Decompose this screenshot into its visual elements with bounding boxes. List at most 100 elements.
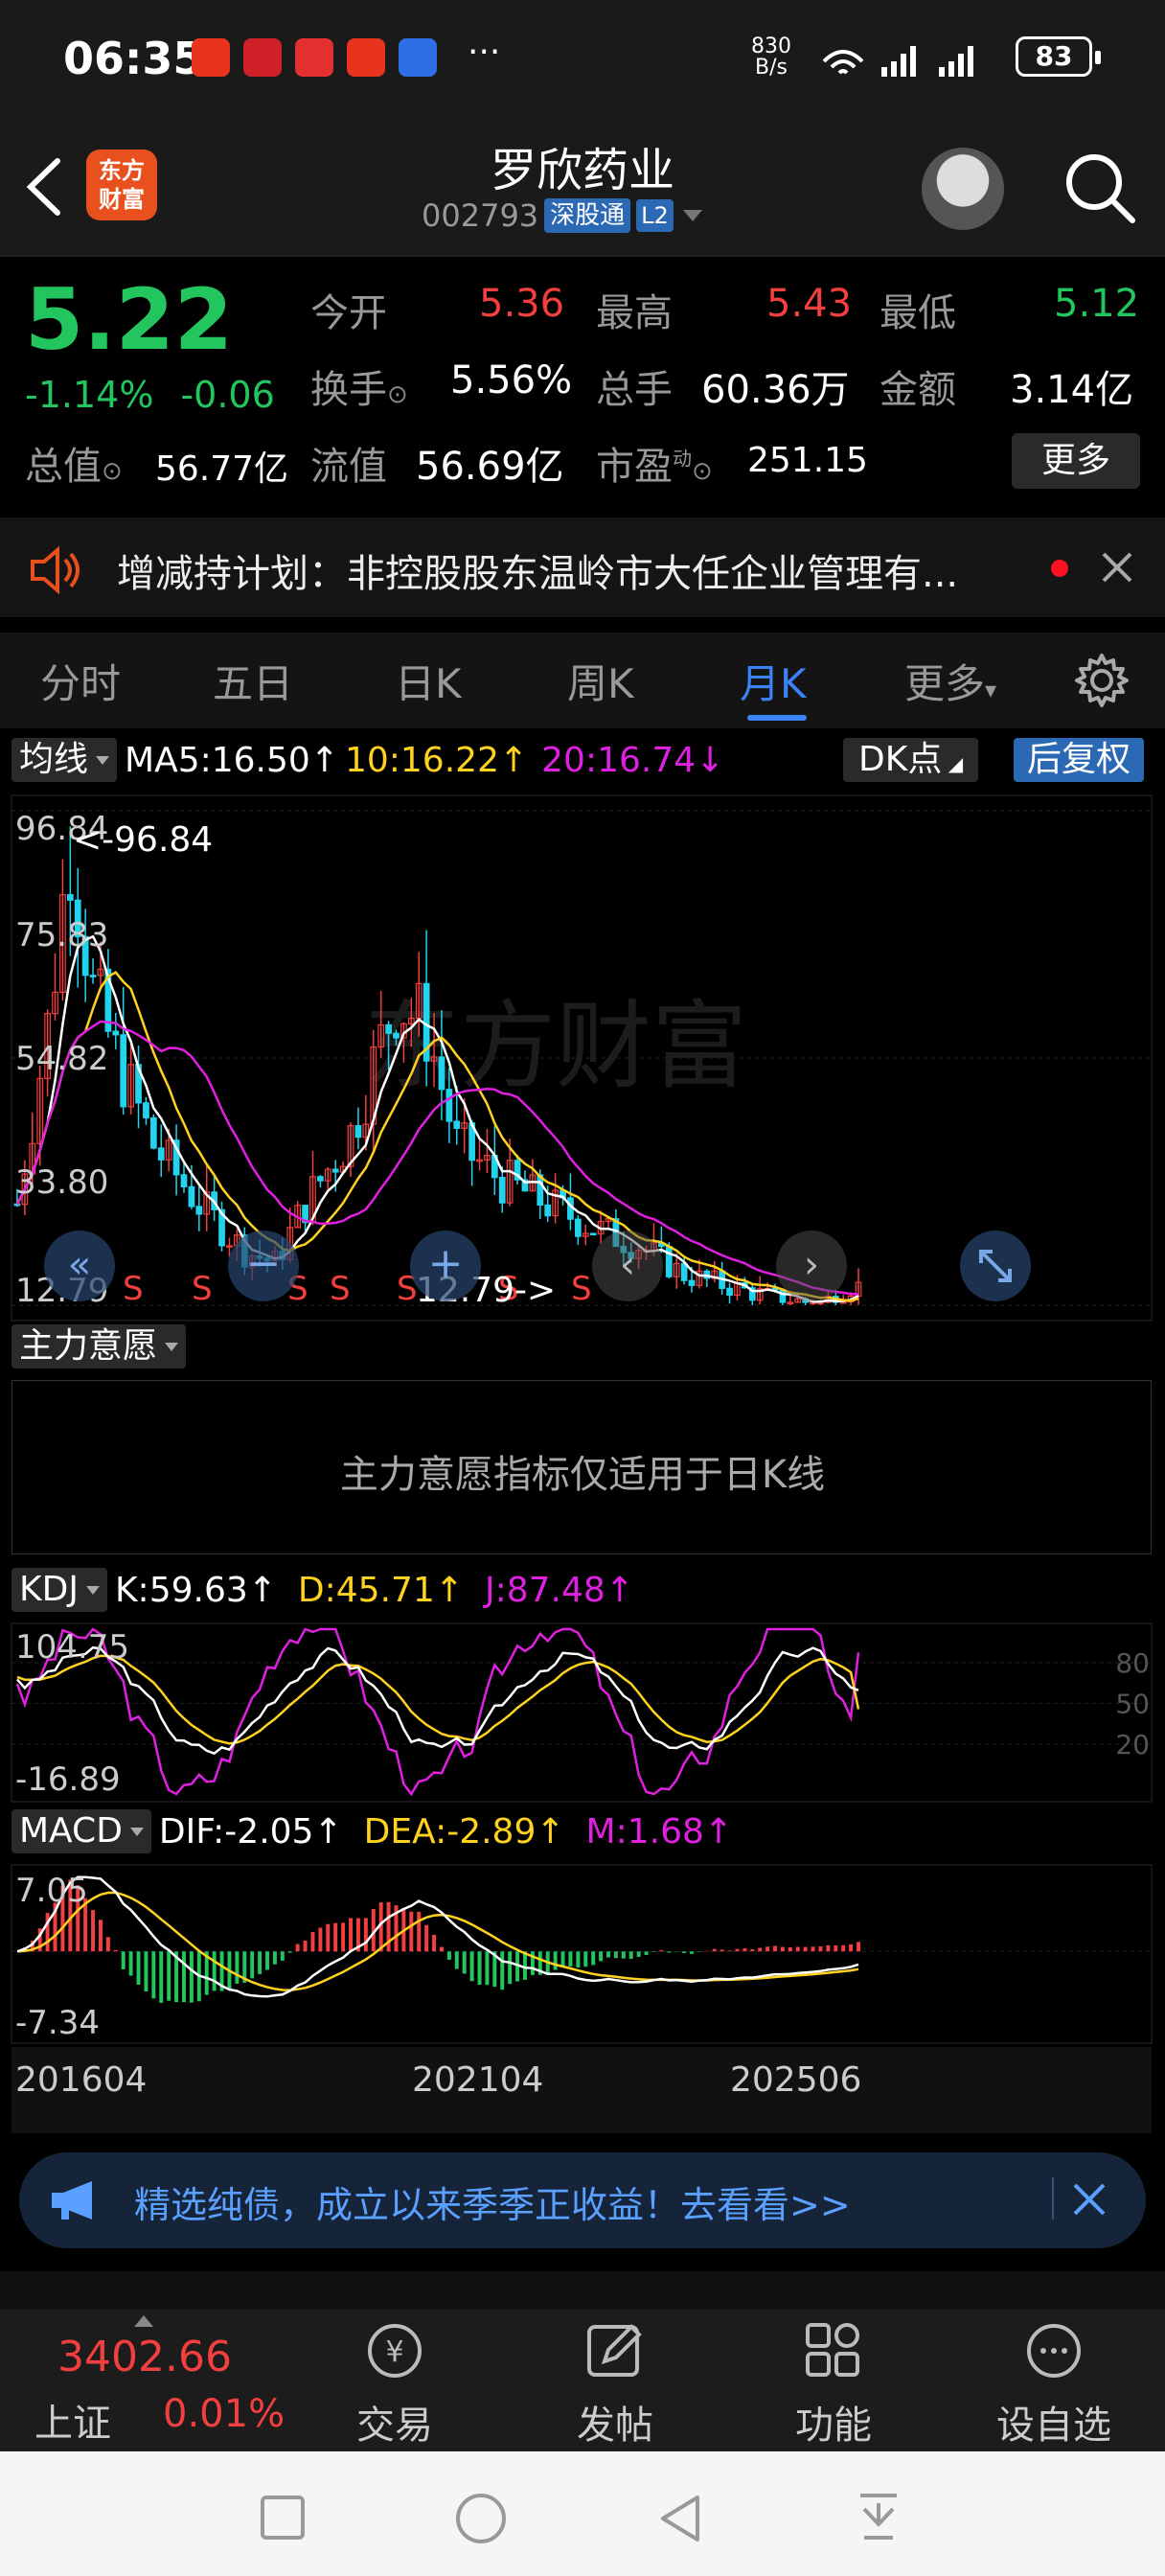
trade-icon: ¥: [368, 2324, 422, 2378]
tab-yuek[interactable]: 月K: [740, 652, 807, 710]
price-tick-label: 33.80: [15, 1163, 108, 1202]
status-bar: 06:35 ··· 830 B/s 83: [0, 0, 1165, 115]
date-label-start: 201604: [15, 2060, 148, 2100]
notice-bar[interactable]: 增减持计划：非控股股东温岭市大任企业管理有...: [0, 518, 1165, 617]
chevron-down-icon: [129, 1827, 144, 1836]
max-price-marker: <-96.84: [73, 820, 214, 860]
macd-ticks: 7.05 -7.34: [15, 1872, 100, 2042]
macd-lines: [16, 1875, 859, 1998]
macd-dif-line: [16, 1875, 859, 1998]
kdj-level-label: 50: [1115, 1688, 1150, 1719]
candle-body: [453, 1120, 461, 1129]
restore-rights-button[interactable]: 后复权: [1014, 738, 1145, 782]
macd-bars: [22, 1879, 861, 2003]
candle-body: [779, 1289, 787, 1303]
notice-text: 增减持计划：非控股股东温岭市大任企业管理有...: [117, 552, 959, 596]
zhuli-dropdown[interactable]: 主力意愿: [11, 1324, 187, 1368]
signal-wifi-icons: [822, 46, 973, 77]
trade-button[interactable]: ¥ 交易: [328, 2319, 462, 2450]
ma10-label: 10:16.22↑: [344, 740, 529, 780]
assistant-robot-icon[interactable]: [922, 148, 1004, 230]
tab-fenshi[interactable]: 分时: [40, 652, 121, 710]
candle-body: [393, 1032, 400, 1039]
candle-body: [66, 894, 74, 901]
sell-signal-marker: S: [330, 1270, 351, 1308]
recents-icon[interactable]: [259, 2494, 307, 2542]
turnover-label-text: 换手: [310, 368, 387, 412]
edit-icon: [587, 2324, 642, 2377]
expand-up-icon[interactable]: [134, 2315, 153, 2327]
pe-label-text: 市盈: [596, 445, 673, 489]
info-icon: ⊙: [387, 380, 408, 409]
candle-body: [143, 1102, 149, 1119]
close-icon[interactable]: [1071, 2181, 1108, 2218]
sgt-badge: 深股通: [544, 198, 631, 233]
chevron-down-icon: [682, 210, 702, 221]
search-icon[interactable]: [1062, 150, 1138, 226]
kdj-k-line: [16, 1645, 859, 1756]
more-dots-icon: [1027, 2324, 1081, 2378]
scroll-right-icon[interactable]: ›: [776, 1230, 847, 1301]
kdj-lines: [15, 1627, 860, 1797]
low-value: 5.12: [1054, 282, 1140, 326]
zhuli-message: 主力意愿指标仅适用于日K线: [339, 1453, 826, 1497]
add-watchlist-label: 设自选: [996, 2404, 1111, 2448]
tab-rik[interactable]: 日K: [395, 652, 462, 710]
kdj-d-label: D:45.71↑: [297, 1570, 464, 1610]
kdj-ticks: 104.75 -16.89: [15, 1628, 129, 1799]
zoom-out-icon[interactable]: −: [228, 1230, 299, 1301]
fullscreen-icon[interactable]: [960, 1230, 1031, 1301]
gear-icon[interactable]: [1073, 652, 1131, 709]
macd-dropdown[interactable]: MACD: [11, 1809, 151, 1853]
scroll-left-icon[interactable]: ‹: [592, 1230, 663, 1301]
ma-dropdown-label: 均线: [19, 740, 89, 779]
tab-wuri[interactable]: 五日: [213, 652, 293, 710]
scroll-left-fast-icon[interactable]: «: [44, 1230, 115, 1301]
candle-body: [354, 1125, 362, 1138]
change-amount: -0.06: [180, 374, 275, 416]
functions-button[interactable]: 功能: [766, 2319, 901, 2450]
add-watchlist-button[interactable]: 设自选: [987, 2319, 1121, 2450]
post-button[interactable]: 发帖: [548, 2319, 682, 2450]
speaker-icon: [31, 546, 80, 594]
status-app-icons: [192, 38, 437, 77]
chevron-down-icon: [85, 1585, 100, 1595]
ma-dropdown[interactable]: 均线: [11, 738, 118, 782]
amount-value: 3.14亿: [1010, 368, 1134, 412]
sell-signal-marker: S: [192, 1270, 213, 1308]
megaphone-icon: [52, 2181, 92, 2220]
hide-keyboard-icon[interactable]: [855, 2490, 902, 2547]
period-tabs: 分时 五日 日K 周K 月K 更多▾: [0, 632, 1165, 728]
app-notification-icon: [295, 38, 333, 77]
kdj-dropdown[interactable]: KDJ: [11, 1568, 107, 1612]
close-icon[interactable]: [1100, 550, 1134, 585]
dk-point-button[interactable]: DK点 ◢: [843, 738, 979, 782]
turnover-label: 换手⊙: [310, 358, 408, 414]
tab-zhouk[interactable]: 周K: [567, 652, 634, 710]
stock-code-row[interactable]: 002793 深股通 L2: [422, 197, 702, 234]
index-percent: 0.01%: [163, 2392, 286, 2436]
float-mv-label: 流值: [310, 445, 387, 489]
candle-body: [331, 1168, 339, 1173]
index-value[interactable]: 3402.66: [57, 2333, 232, 2381]
pe-label: 市盈动⊙: [596, 435, 713, 491]
tab-more[interactable]: 更多▾: [904, 652, 996, 710]
pe-superscript: 动: [673, 447, 692, 471]
home-icon[interactable]: [454, 2492, 508, 2545]
kdj-j-label: J:87.48↑: [485, 1570, 634, 1610]
price-change: -1.14% -0.06: [25, 374, 275, 416]
zhuli-dropdown-label: 主力意愿: [19, 1326, 158, 1366]
ad-text: 精选纯债，成立以来季季正收益！去看看>>: [134, 2184, 851, 2226]
back-icon[interactable]: [655, 2492, 703, 2545]
ad-divider: [1052, 2177, 1054, 2220]
macd-chart[interactable]: 7.05 -7.34: [0, 1863, 1165, 2055]
date-axis: [11, 2047, 1152, 2133]
more-button[interactable]: 更多: [1012, 433, 1140, 489]
post-label: 发帖: [577, 2404, 653, 2448]
candle-body: [317, 1176, 324, 1182]
kdj-chart[interactable]: 80 50 20 104.75 -16.89: [0, 1622, 1165, 1804]
zoom-in-icon[interactable]: +: [410, 1230, 481, 1301]
macd-legend: MACD DIF:-2.05↑ DEA:-2.89↑ M:1.68↑: [11, 1809, 733, 1853]
candle-body: [195, 1206, 203, 1215]
candle-body: [112, 1030, 120, 1036]
